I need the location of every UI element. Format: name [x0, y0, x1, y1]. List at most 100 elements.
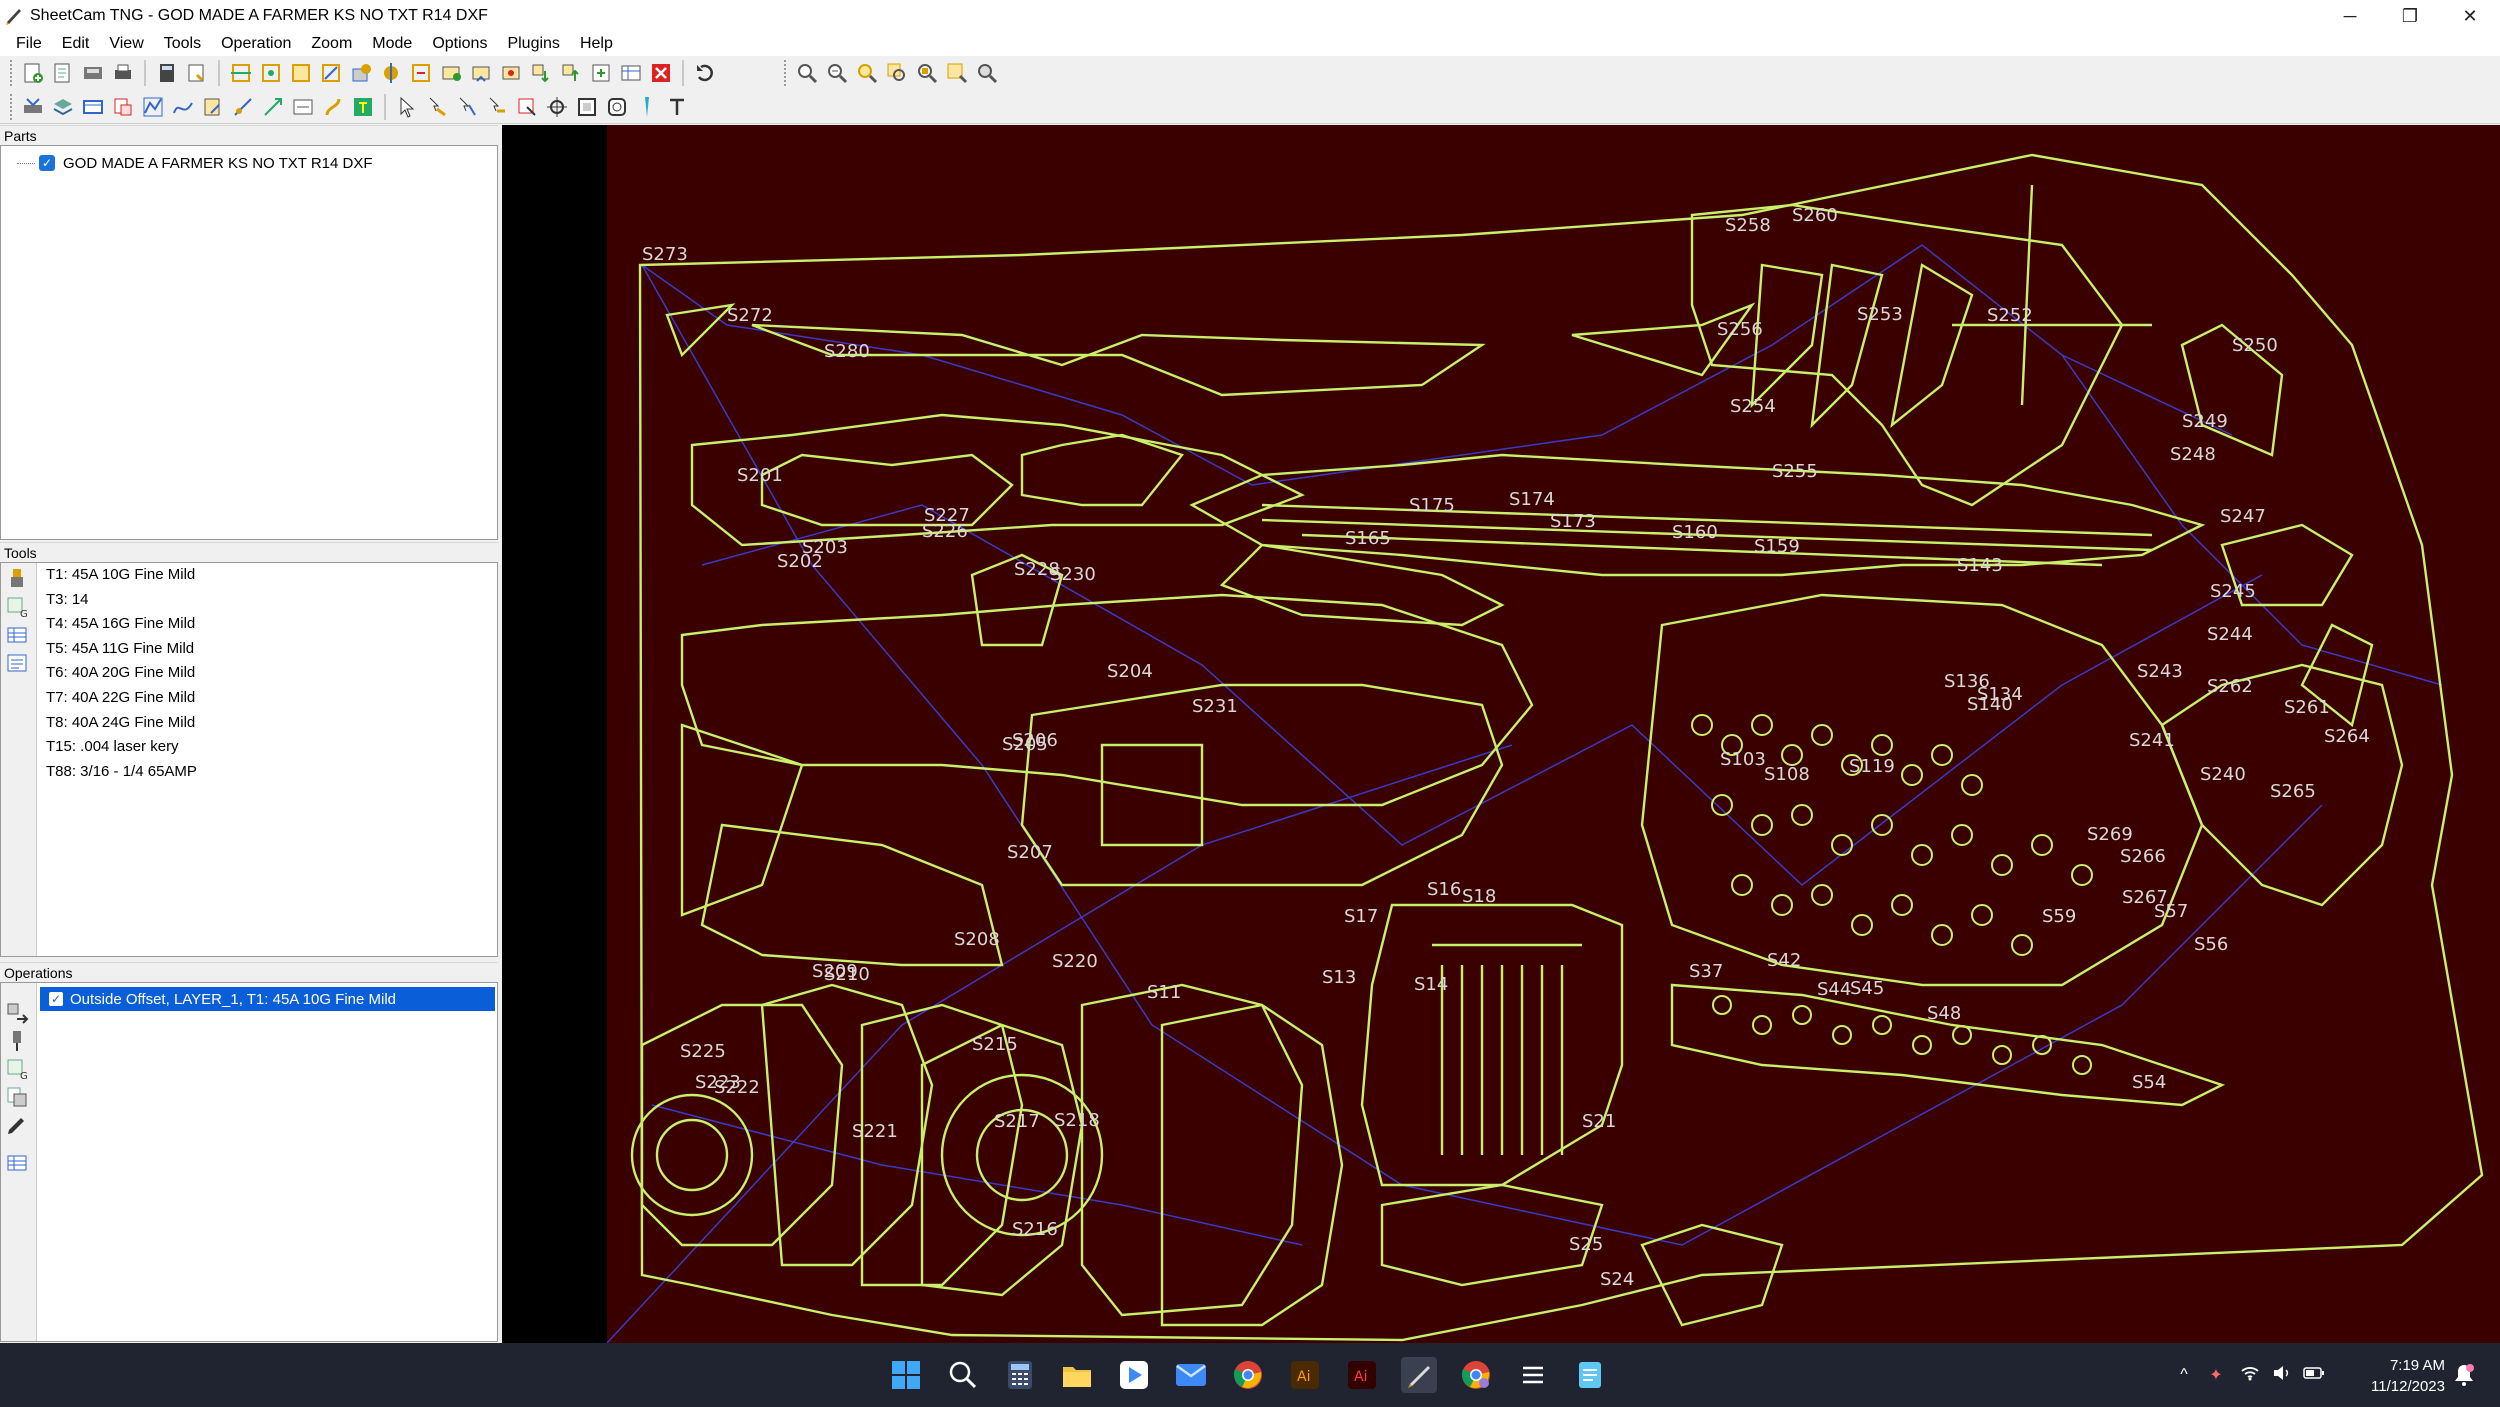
layers-icon[interactable] — [49, 93, 77, 121]
volume-icon[interactable] — [2266, 1365, 2298, 1386]
op-table-icon[interactable] — [5, 1151, 29, 1175]
contour-op-icon[interactable] — [227, 59, 255, 87]
menu-options[interactable]: Options — [422, 35, 497, 53]
rotate-icon[interactable] — [603, 93, 631, 121]
menu-view[interactable]: View — [99, 35, 153, 53]
select-shape-icon[interactable] — [483, 93, 511, 121]
illustrator-icon-2[interactable]: Ai — [1344, 1357, 1380, 1393]
draw-spline-icon[interactable] — [169, 93, 197, 121]
measure-icon[interactable] — [289, 93, 317, 121]
op-move-icon[interactable] — [5, 1001, 29, 1025]
move-op-icon[interactable] — [467, 59, 495, 87]
move-origin-icon[interactable] — [543, 93, 571, 121]
new-tool-icon[interactable] — [5, 567, 29, 591]
sort-path-icon[interactable] — [319, 93, 347, 121]
settings-list-icon[interactable] — [1515, 1357, 1551, 1393]
print-icon[interactable] — [109, 59, 137, 87]
battery-icon[interactable] — [2298, 1366, 2330, 1385]
op-toggle-icon[interactable] — [587, 59, 615, 87]
tool-item[interactable]: T1: 45A 10G Fine Mild — [38, 563, 497, 588]
tool-item[interactable]: T4: 45A 16G Fine Mild — [38, 612, 497, 637]
post-process-icon[interactable] — [183, 59, 211, 87]
illustrator-icon-1[interactable]: Ai — [1287, 1357, 1323, 1393]
maximize-button[interactable]: ❐ — [2380, 0, 2440, 32]
operation-row[interactable]: ✓ Outside Offset, LAYER_1, T1: 45A 10G F… — [40, 987, 495, 1011]
mail-icon[interactable] — [1173, 1357, 1209, 1393]
tool-item[interactable]: T6: 40A 20G Fine Mild — [38, 661, 497, 686]
op-gcode-icon[interactable]: G — [5, 1057, 29, 1082]
tool-item[interactable]: T7: 40A 22G Fine Mild — [38, 686, 497, 711]
op-tool-icon[interactable] — [5, 1029, 29, 1053]
marker-op-icon[interactable] — [377, 59, 405, 87]
menu-help[interactable]: Help — [570, 35, 623, 53]
wifi-icon[interactable] — [2234, 1365, 2266, 1386]
op-settings-icon[interactable] — [497, 59, 525, 87]
undo-icon[interactable] — [691, 59, 719, 87]
op-table-icon[interactable] — [617, 59, 645, 87]
notification-bell-icon[interactable] — [2446, 1357, 2482, 1393]
search-icon[interactable] — [945, 1357, 981, 1393]
menu-operation[interactable]: Operation — [211, 35, 301, 53]
zoom-part-icon[interactable] — [973, 59, 1001, 87]
open-job-icon[interactable] — [49, 59, 77, 87]
part-row[interactable]: ✓ GOD MADE A FARMER KS NO TXT R14 DXF — [1, 152, 497, 174]
edit-shape-icon[interactable] — [199, 93, 227, 121]
machine-options-icon[interactable] — [19, 93, 47, 121]
chrome-alt-icon[interactable] — [1458, 1357, 1494, 1393]
op-edit-icon[interactable] — [5, 1113, 29, 1137]
menu-file[interactable]: File — [6, 35, 52, 53]
zoom-in-icon[interactable] — [793, 59, 821, 87]
tool-item[interactable]: T3: 14 — [38, 588, 497, 613]
close-button[interactable]: ✕ — [2440, 0, 2500, 32]
delete-op-icon[interactable] — [647, 59, 675, 87]
toolbar-grip[interactable] — [10, 60, 14, 86]
tool-table-icon[interactable] — [5, 623, 29, 647]
nest-icon[interactable] — [573, 93, 601, 121]
select-tab-icon[interactable] — [453, 93, 481, 121]
file-explorer-icon[interactable] — [1059, 1357, 1095, 1393]
sheetcam-taskbar-icon[interactable] — [1401, 1357, 1437, 1393]
menu-mode[interactable]: Mode — [362, 35, 422, 53]
zoom-fit-icon[interactable] — [913, 59, 941, 87]
draw-line-icon[interactable] — [139, 93, 167, 121]
show-hidden-icons-chevron-icon[interactable]: ^ — [2170, 1366, 2198, 1384]
new-job-icon[interactable] — [19, 59, 47, 87]
zoom-selection-icon[interactable] — [943, 59, 971, 87]
op-up-icon[interactable] — [557, 59, 585, 87]
text-tool-icon[interactable] — [349, 93, 377, 121]
save-icon[interactable] — [79, 59, 107, 87]
zoom-extents-icon[interactable] — [853, 59, 881, 87]
zoom-out-icon[interactable] — [823, 59, 851, 87]
toolbar-grip[interactable] — [10, 93, 14, 120]
tool-item[interactable]: T15: .004 laser kery — [38, 735, 497, 760]
select-part-icon[interactable] — [513, 93, 541, 121]
tool-item[interactable]: T88: 3/16 - 1/4 65AMP — [38, 760, 497, 785]
op-copy-icon[interactable] — [5, 1085, 29, 1109]
minimize-button[interactable]: ─ — [2320, 0, 2380, 32]
zoom-window-icon[interactable] — [883, 59, 911, 87]
toolbar-grip[interactable] — [784, 60, 788, 86]
start-point-icon[interactable] — [229, 93, 257, 121]
start-windows-icon[interactable] — [888, 1357, 924, 1393]
tool-item[interactable]: T8: 40A 24G Fine Mild — [38, 711, 497, 736]
select-start-icon[interactable] — [423, 93, 451, 121]
op-down-icon[interactable] — [527, 59, 555, 87]
tab-icon[interactable] — [259, 93, 287, 121]
code-snippet-icon[interactable] — [437, 59, 465, 87]
select-pointer-icon[interactable] — [393, 93, 421, 121]
tool-list-icon[interactable] — [5, 651, 29, 675]
hole-op-icon[interactable] — [347, 59, 375, 87]
taskbar-clock[interactable]: 7:19 AM 11/12/2023 — [2371, 1355, 2445, 1397]
tray-app-icon[interactable]: ✦ — [2198, 1365, 2234, 1385]
material-icon[interactable] — [79, 93, 107, 121]
pocket-op-icon[interactable] — [287, 59, 315, 87]
simulate-icon[interactable] — [633, 93, 661, 121]
calculator-icon[interactable] — [153, 59, 181, 87]
text-icon[interactable] — [663, 93, 691, 121]
engrave-op-icon[interactable] — [317, 59, 345, 87]
play-store-icon[interactable] — [1116, 1357, 1152, 1393]
edit-tool-icon[interactable]: G — [5, 595, 29, 620]
calculator-app-icon[interactable] — [1002, 1357, 1038, 1393]
operation-checkbox[interactable]: ✓ — [48, 991, 64, 1007]
tool-item[interactable]: T5: 45A 11G Fine Mild — [38, 637, 497, 662]
